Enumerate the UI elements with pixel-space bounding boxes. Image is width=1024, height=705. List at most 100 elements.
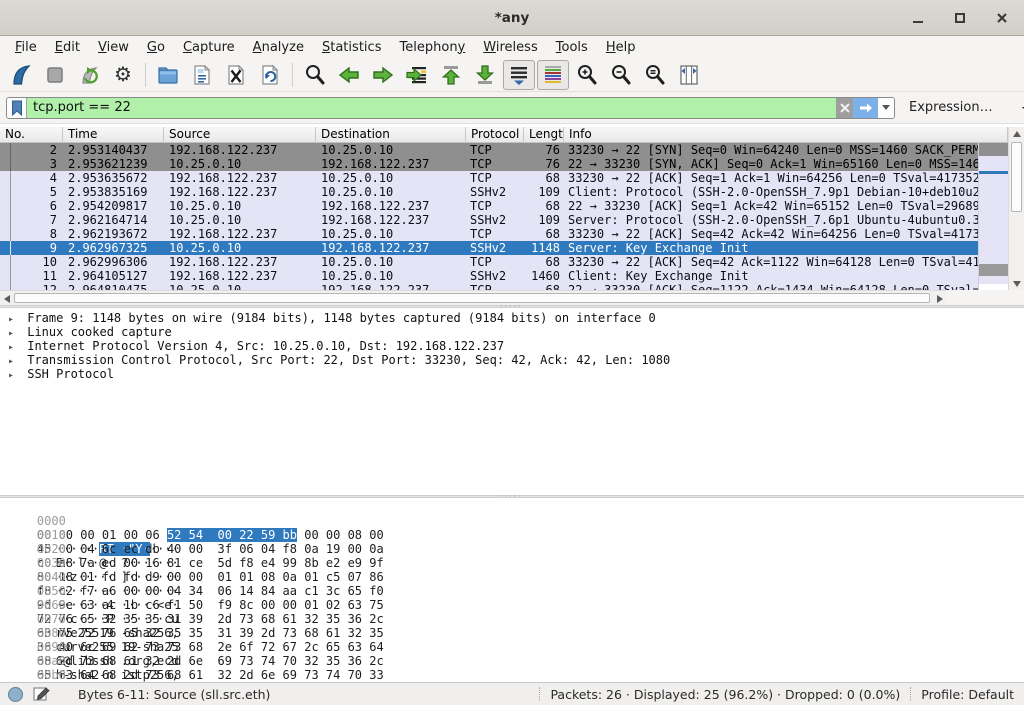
menu-item-tools[interactable]: Tools [547, 38, 597, 57]
column-header-no[interactable]: No. [0, 127, 63, 143]
column-header-time[interactable]: Time [63, 127, 164, 143]
minimap-selected-line [979, 171, 1009, 174]
open-file-button[interactable] [152, 60, 184, 90]
reload-file-button[interactable] [254, 60, 286, 90]
folder-icon [156, 63, 180, 87]
hex-offset: 0020 [37, 542, 66, 556]
menu-item-view[interactable]: View [89, 38, 138, 57]
vscroll-thumb[interactable] [1011, 142, 1022, 212]
zoom-original-button[interactable] [639, 60, 671, 90]
close-file-button[interactable] [220, 60, 252, 90]
expert-info-icon[interactable] [8, 687, 23, 702]
menu-item-statistics[interactable]: Statistics [313, 38, 391, 57]
auto-scroll-toggle[interactable] [503, 60, 535, 90]
title-bar: *any [0, 0, 1024, 36]
save-file-button[interactable] [186, 60, 218, 90]
packet-row[interactable]: 11 2.964105127 192.168.122.237 10.25.0.1… [0, 269, 978, 283]
menu-item-edit[interactable]: Edit [46, 38, 89, 57]
menu-item-capture[interactable]: Capture [174, 38, 244, 57]
window-title: *any [495, 10, 530, 26]
column-header-info[interactable]: Info [564, 127, 1008, 143]
go-to-packet-button[interactable] [401, 60, 433, 90]
hex-offset: 0070 [37, 612, 66, 626]
menu-item-wireless[interactable]: Wireless [474, 38, 546, 57]
detail-row[interactable]: ▸ Transmission Control Protocol, Src Por… [0, 353, 1024, 367]
packet-row[interactable]: 6 2.954209817 10.25.0.10 192.168.122.237… [0, 199, 978, 213]
capture-comment-icon[interactable] [33, 686, 50, 702]
packet-row[interactable]: 3 2.953621239 10.25.0.10 192.168.122.237… [0, 157, 978, 171]
go-to-last-button[interactable] [469, 60, 501, 90]
toolbar-separator [292, 63, 293, 87]
expression-link[interactable]: Expression… [909, 100, 993, 115]
detail-rows: ▸ Frame 9: 1148 bytes on wire (9184 bits… [0, 311, 1024, 381]
binary-file-icon [190, 63, 214, 87]
filter-bookmark-button[interactable] [7, 98, 27, 118]
detail-row[interactable]: ▸ Internet Protocol Version 4, Src: 10.2… [0, 339, 1024, 353]
display-filter-input[interactable] [27, 98, 836, 118]
packet-list-vscrollbar[interactable] [1008, 127, 1024, 290]
menu-item-analyze[interactable]: Analyze [244, 38, 313, 57]
hscroll-thumb[interactable] [14, 293, 930, 303]
expand-arrow-icon[interactable]: ▸ [8, 369, 20, 383]
arrow-right-icon [371, 63, 395, 87]
scroll-down-arrow[interactable] [1009, 277, 1024, 290]
zoom-in-button[interactable] [571, 60, 603, 90]
status-profile[interactable]: Profile: Default [921, 687, 1024, 702]
restart-capture-button[interactable] [73, 60, 105, 90]
hex-bytes: 45 00 04 6c ec db 40 00 3f 06 04 f8 0a 1… [37, 542, 384, 556]
packet-row[interactable]: 4 2.953635672 192.168.122.237 10.25.0.10… [0, 171, 978, 185]
scroll-right-arrow[interactable] [933, 291, 946, 306]
menu-item-help[interactable]: Help [597, 38, 645, 57]
scroll-up-arrow[interactable] [1009, 127, 1024, 140]
filter-clear-button[interactable] [836, 98, 853, 118]
start-capture-button[interactable] [5, 60, 37, 90]
zoom-out-button[interactable] [605, 60, 637, 90]
capture-options-button[interactable]: ⚙ [107, 60, 139, 90]
scrollbar-minimap[interactable] [978, 143, 1008, 290]
detail-row[interactable]: ▸ Linux cooked capture [0, 325, 1024, 339]
menu-item-go[interactable]: Go [138, 38, 174, 57]
resize-columns-button[interactable] [673, 60, 705, 90]
filter-apply-button[interactable] [853, 98, 878, 118]
packet-row[interactable]: 10 2.962996306 192.168.122.237 10.25.0.1… [0, 255, 978, 269]
shark-fin-start-icon [9, 63, 33, 87]
column-header-protocol[interactable]: Protocol [466, 127, 524, 143]
packet-row[interactable]: 12 2.964810475 10.25.0.10 192.168.122.23… [0, 283, 978, 290]
column-header-destination[interactable]: Destination [316, 127, 466, 143]
packet-list-hscrollbar[interactable] [0, 290, 946, 305]
packet-row[interactable]: 5 2.953835169 192.168.122.237 10.25.0.10… [0, 185, 978, 199]
packet-row[interactable]: 9 2.962967325 10.25.0.10 192.168.122.237… [0, 241, 978, 255]
filter-dropdown-button[interactable] [878, 98, 894, 118]
go-back-button[interactable] [333, 60, 365, 90]
packet-row[interactable]: 2 2.953140437 192.168.122.237 10.25.0.10… [0, 143, 978, 157]
stop-capture-button[interactable] [39, 60, 71, 90]
close-file-icon [224, 63, 248, 87]
hex-row[interactable]: 0000 00 00 00 01 00 06 52 54 00 22 59 bb… [8, 500, 1024, 514]
hex-bytes: 68 2d 73 68 61 32 2d 6e 69 73 74 70 32 3… [37, 654, 384, 668]
detail-row[interactable]: ▸ Frame 9: 1148 bytes on wire (9184 bits… [0, 311, 1024, 325]
detail-text: Transmission Control Protocol, Src Port:… [27, 353, 670, 367]
colorize-toggle[interactable] [537, 60, 569, 90]
close-button[interactable] [988, 4, 1016, 32]
bookmark-icon [11, 100, 23, 116]
packet-row[interactable]: 7 2.962164714 10.25.0.10 192.168.122.237… [0, 213, 978, 227]
maximize-button[interactable] [946, 4, 974, 32]
hex-row[interactable]: 0010 45 00 04 6c ec db 40 00 3f 06 04 f8… [8, 514, 1024, 528]
column-header-length[interactable]: Length [524, 127, 564, 143]
go-forward-button[interactable] [367, 60, 399, 90]
minimap-gray-segment [979, 264, 1009, 276]
status-separator [910, 687, 911, 701]
menu-item-file[interactable]: File [6, 38, 46, 57]
add-filter-button[interactable]: + [1015, 98, 1024, 118]
arrow-bottom-icon [473, 63, 497, 87]
find-packet-button[interactable] [299, 60, 331, 90]
scroll-left-arrow[interactable] [0, 291, 13, 306]
packet-row[interactable]: 8 2.962193672 192.168.122.237 10.25.0.10… [0, 227, 978, 241]
go-to-first-button[interactable] [435, 60, 467, 90]
detail-row[interactable]: ▸ SSH Protocol [0, 367, 1024, 381]
minimize-icon [912, 12, 924, 24]
menu-item-telephony[interactable]: Telephony [390, 38, 474, 57]
column-header-source[interactable]: Source [164, 127, 316, 143]
minimize-button[interactable] [904, 4, 932, 32]
hex-bytes: 00 00 00 01 00 06 52 54 00 22 59 bb 00 0… [37, 528, 384, 542]
